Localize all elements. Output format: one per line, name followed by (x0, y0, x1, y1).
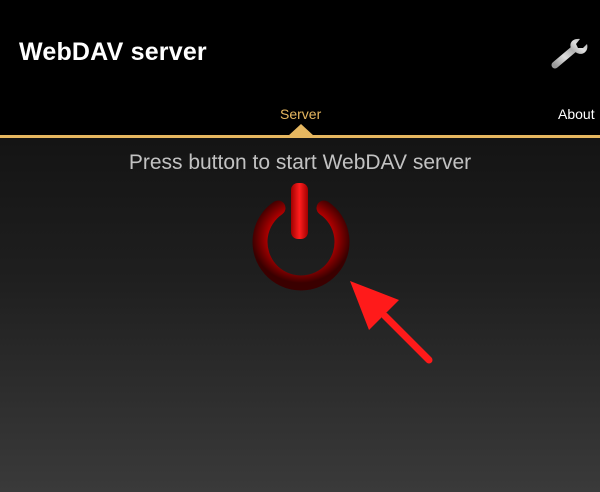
wrench-icon[interactable] (550, 36, 590, 70)
action-bar: WebDAV server (0, 0, 600, 100)
tab-bar: Server About (0, 100, 600, 138)
server-panel: Press button to start WebDAV server (0, 138, 600, 492)
app-title: WebDAV server (19, 38, 207, 66)
power-icon[interactable] (248, 180, 354, 292)
start-server-prompt: Press button to start WebDAV server (128, 151, 472, 174)
tab-about[interactable]: About (558, 105, 595, 123)
red-arrow-icon (345, 278, 437, 370)
tab-server[interactable]: Server (280, 105, 321, 123)
app-window: WebDAV server Server About Press button … (0, 0, 600, 492)
